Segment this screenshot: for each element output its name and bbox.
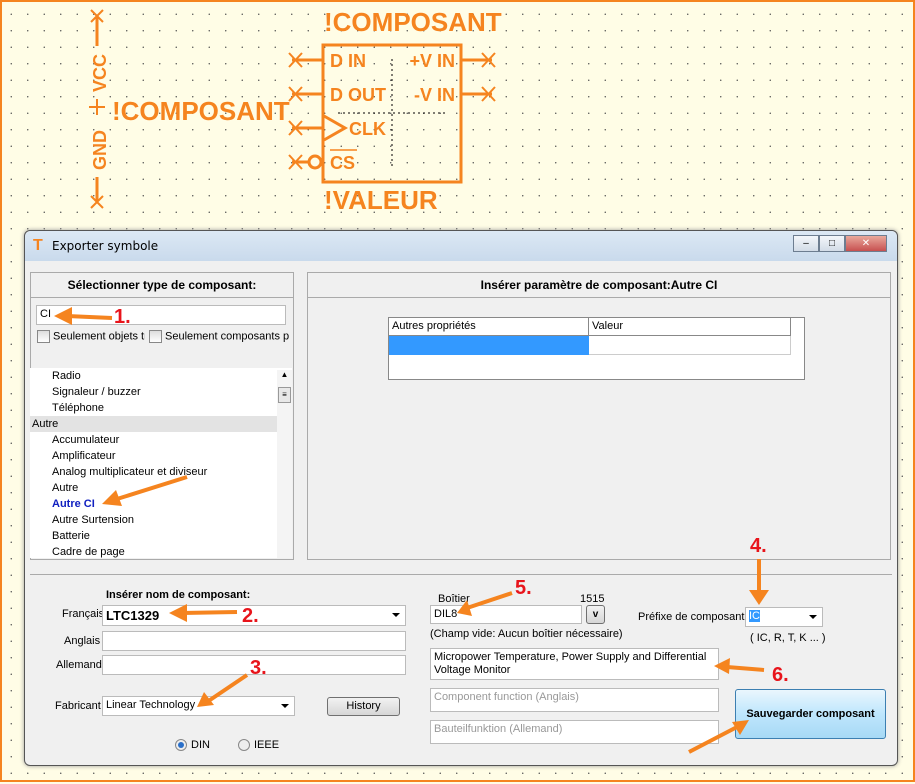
arrow-3: [205, 673, 249, 704]
annotation-6: 6.: [772, 664, 789, 686]
annotation-4: 4.: [750, 535, 767, 557]
arrow-save: [688, 725, 738, 754]
annotation-3: 3.: [250, 657, 267, 679]
annotation-1: 1.: [114, 306, 131, 328]
arrow-1: [66, 314, 113, 320]
annotation-5: 5.: [515, 577, 532, 599]
arrow-6: [726, 665, 765, 672]
annotation-2: 2.: [242, 605, 259, 627]
arrow-5: [466, 591, 513, 610]
arrow-list: [116, 475, 188, 501]
arrow-2: [181, 610, 238, 615]
